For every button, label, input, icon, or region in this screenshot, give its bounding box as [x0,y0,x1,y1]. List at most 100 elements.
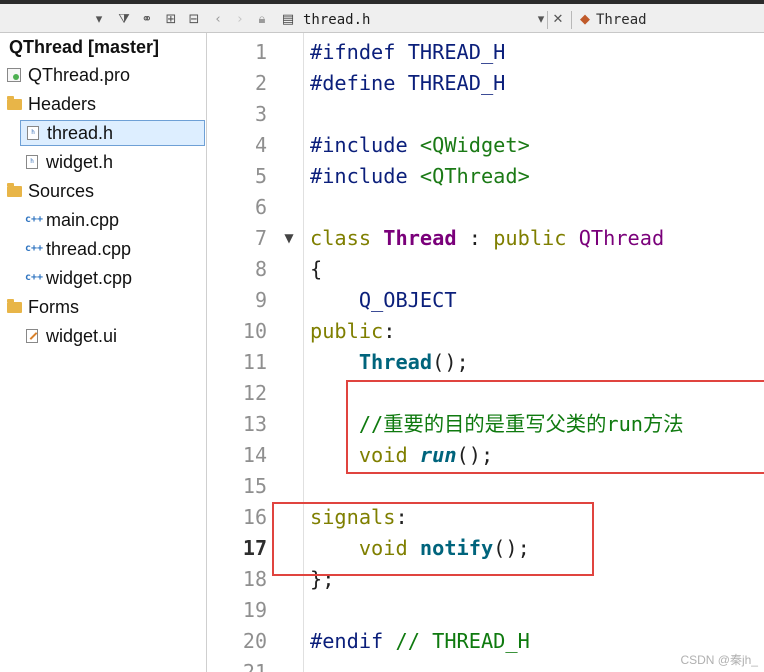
line-number: 7 [254,226,267,250]
code-line-4: #include <QWidget> [310,130,530,161]
ui-file-icon [24,328,40,344]
include-header: <QWidget> [419,133,530,157]
filter-icon[interactable]: ⧩ [116,9,132,29]
project-root[interactable]: QThread [master] [0,34,206,60]
code-line-10: public: [310,316,395,347]
cpp-file-icon: c++ [25,243,44,254]
tree-item-label: widget.h [46,151,114,172]
back-icon[interactable]: ‹ [211,9,225,29]
line-number: 14 [242,443,267,467]
lock-icon: 🔒︎ [258,11,266,27]
tree-item-thread-cpp[interactable]: c++ thread.cpp [0,236,206,262]
tree-item-thread-h[interactable]: h thread.h [20,120,205,146]
code-line-7: class Thread : public QThread [310,223,664,254]
code-line-5: #include <QThread> [310,161,530,192]
chevron-down-icon[interactable]: ▾ [92,9,106,29]
current-symbol[interactable]: Thread [596,9,647,31]
tree-group-label: Sources [28,180,95,201]
tree-item-main-cpp[interactable]: c++ main.cpp [0,207,206,233]
tree-group-label: Headers [28,93,97,114]
code-comment: // THREAD_H [395,629,530,653]
tree-item-label: QThread.pro [28,64,131,85]
tree-item-label: widget.cpp [46,267,133,288]
preprocessor-directive: #ifndef [310,40,396,64]
project-toolbar: ▾ ⧩ ⚭ ⊞ ⊟ [0,9,206,31]
close-icon[interactable]: ✕ [551,9,565,29]
tree-item-pro-file[interactable]: QThread.pro [0,62,206,88]
line-number: 6 [254,195,267,219]
forward-icon[interactable]: › [233,9,247,29]
split-icon[interactable]: ⊞ [162,9,180,29]
base-class: QThread [578,226,665,250]
line-number: 5 [254,164,267,188]
cpp-file-icon: c++ [25,272,44,283]
open-file-name[interactable]: thread.h [303,9,370,31]
close-pane-icon[interactable]: ⊟ [186,9,202,29]
class-name: Thread [383,226,457,250]
line-number: 9 [254,288,267,312]
tree-item-widget-ui[interactable]: widget.ui [0,323,206,349]
header-file-icon: h [25,125,41,141]
line-number: 3 [254,102,267,126]
preprocessor-directive: #define [310,71,396,95]
code-line-20: #endif // THREAD_H [310,626,530,657]
preprocessor-directive: #include [310,164,408,188]
folder-icon [6,182,22,199]
class-symbol-icon: ◆ [580,11,590,27]
folder-icon [6,298,22,315]
folder-icon [6,95,22,112]
tree-item-widget-h[interactable]: h widget.h [0,149,206,175]
tree-item-widget-cpp[interactable]: c++ widget.cpp [0,265,206,291]
line-number: 2 [254,71,267,95]
line-number: 4 [254,133,267,157]
punctuation: { [310,257,323,281]
code-line-11: Thread(); [310,347,469,378]
tree-group-sources[interactable]: Sources [0,178,206,204]
keyword: public [310,319,384,343]
cpp-file-icon: c++ [25,214,44,225]
fold-arrow-icon[interactable]: ▼ [282,223,296,254]
line-number: 16 [242,505,267,529]
highlight-box-run [346,380,764,474]
line-number: 8 [254,257,267,281]
code-line-8: { [310,254,322,285]
include-header: <QThread> [419,164,530,188]
code-editor[interactable]: #ifndef THREAD_H #define THREAD_H #inclu… [310,33,764,672]
current-line-number: 17 [242,536,267,560]
file-dropdown-icon[interactable]: ▾ [535,9,547,29]
line-number: 15 [242,474,267,498]
punctuation: : [383,319,396,343]
line-number: 19 [242,598,267,622]
tree-group-headers[interactable]: Headers [0,91,206,117]
line-number: 21 [242,660,267,672]
line-number-gutter: 1 2 3 4 5 6 7 ▼ 8 9 10 11 12 13 14 15 16… [208,33,304,672]
code-line-1: #ifndef THREAD_H [310,37,505,68]
separator [571,11,572,29]
keyword: class [310,226,372,250]
line-number: 18 [242,567,267,591]
line-number: 11 [242,350,267,374]
watermark: CSDN @秦jh_ [680,653,758,667]
document-toolbar: ‹ › 🔒︎ ▤ thread.h ▾ ✕ ◆ Thread [207,9,764,31]
line-number: 13 [242,412,267,436]
preprocessor-directive: #include [310,133,408,157]
macro-name: THREAD_H [407,40,506,64]
tree-item-label: widget.ui [46,325,118,346]
separator [547,11,548,29]
header-file-icon: ▤ [281,11,295,27]
pro-file-icon [6,67,22,83]
line-number: 10 [242,319,267,343]
editor-toolbar: ▾ ⧩ ⚭ ⊞ ⊟ ‹ › 🔒︎ ▤ thread.h ▾ ✕ ◆ Thread [0,0,764,33]
code-line-9: Q_OBJECT [310,285,457,316]
macro: Q_OBJECT [358,288,457,312]
tree-group-forms[interactable]: Forms [0,294,206,320]
link-icon[interactable]: ⚭ [138,9,156,29]
tree-group-label: Forms [28,296,79,317]
punctuation: : [468,226,481,250]
project-root-label: QThread [master] [9,36,160,57]
macro-name: THREAD_H [407,71,506,95]
tree-item-label: thread.cpp [46,238,132,259]
constructor-name: Thread [358,350,433,374]
keyword: public [493,226,567,250]
highlight-box-signals [272,502,594,576]
